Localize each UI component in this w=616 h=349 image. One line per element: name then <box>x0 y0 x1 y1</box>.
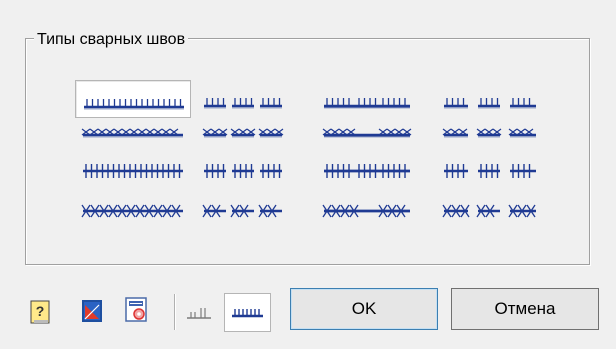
ok-button[interactable]: OK <box>290 288 438 330</box>
weld-mode-ticks-icon[interactable] <box>186 306 212 327</box>
help-icon[interactable]: ? <box>30 300 50 329</box>
group-title: Типы сварных швов <box>34 32 189 48</box>
toolbar-separator <box>174 294 175 330</box>
chain-weld-ticks-icon[interactable] <box>318 80 418 116</box>
staggered-weld-ticks-icon[interactable] <box>438 80 544 116</box>
drawing-icon[interactable] <box>81 299 103 328</box>
stamp-settings-icon[interactable] <box>124 297 148 328</box>
continuous-weld-xcross-icon[interactable] <box>75 195 189 227</box>
chain-weld-hash-icon[interactable] <box>318 155 418 187</box>
intermittent-weld-ticks-icon[interactable] <box>198 80 284 116</box>
weld-mode-active-icon[interactable] <box>224 293 271 332</box>
intermittent-weld-cross-icon[interactable] <box>198 115 284 145</box>
continuous-weld-cross-icon[interactable] <box>75 115 189 145</box>
staggered-weld-cross-icon[interactable] <box>438 115 544 145</box>
continuous-weld-ticks-icon[interactable] <box>75 80 191 118</box>
weld-types-groupbox <box>25 38 590 265</box>
intermittent-weld-xcross-icon[interactable] <box>198 195 284 227</box>
staggered-weld-hash-icon[interactable] <box>438 155 544 187</box>
chain-weld-xcross-icon[interactable] <box>318 195 418 227</box>
chain-weld-cross-icon[interactable] <box>318 115 418 145</box>
staggered-weld-xcross-icon[interactable] <box>438 195 544 227</box>
cancel-button[interactable]: Отмена <box>451 288 599 330</box>
intermittent-weld-hash-icon[interactable] <box>198 155 284 187</box>
continuous-weld-hash-icon[interactable] <box>75 155 189 187</box>
svg-text:?: ? <box>36 303 45 319</box>
